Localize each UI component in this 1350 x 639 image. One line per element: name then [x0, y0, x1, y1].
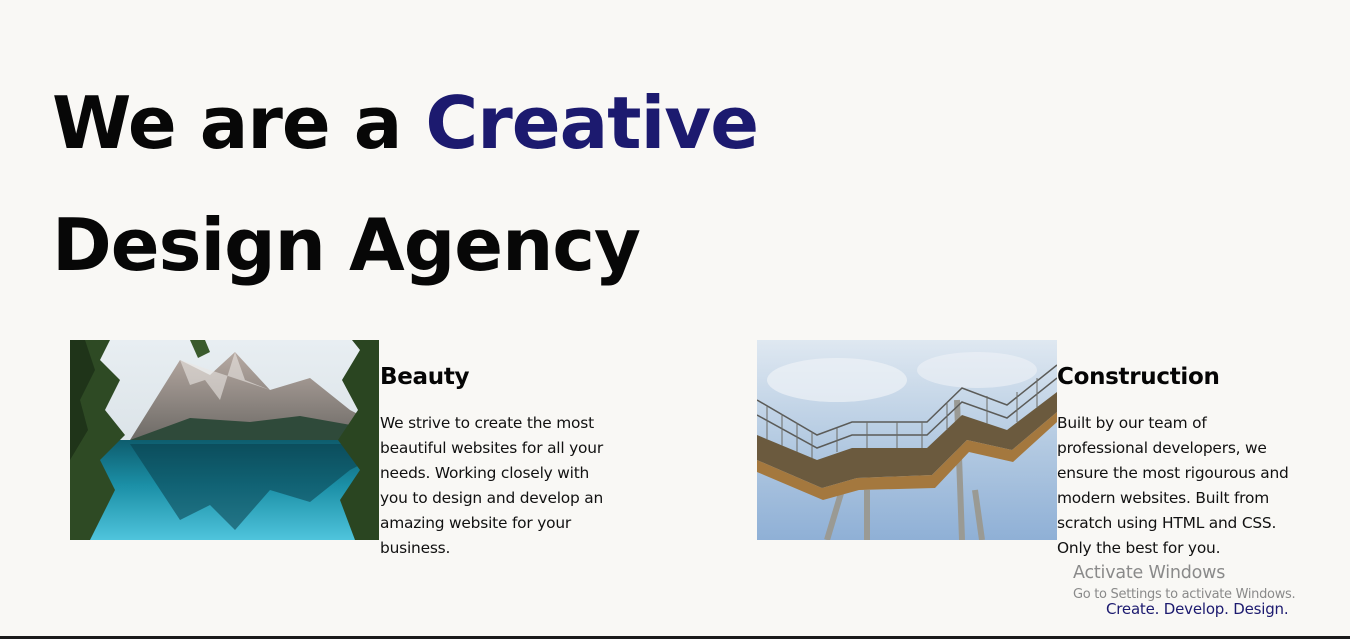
landing-page: We are a Creative Design Agency Beauty W… — [0, 0, 1350, 639]
beauty-card-text: Beauty We strive to create the most beau… — [380, 362, 620, 561]
construction-card-image — [757, 340, 1057, 540]
hero-line-1: We are a Creative — [52, 62, 759, 184]
card-description: We strive to create the most beautiful w… — [380, 414, 604, 557]
hero-line-2: Design Agency — [52, 203, 641, 287]
hero-title-accent: Creative — [425, 81, 759, 165]
construction-card-text: Construction Built by our team of profes… — [1057, 362, 1302, 561]
card-title: Construction — [1057, 364, 1220, 390]
walkway-structure-photo — [757, 340, 1057, 540]
card-description: Built by our team of professional develo… — [1057, 414, 1289, 557]
activate-windows-watermark: Activate Windows Go to Settings to activ… — [1073, 562, 1296, 604]
mountain-lake-photo — [70, 340, 379, 540]
hero-title-prefix: We are a — [52, 81, 426, 165]
card-title: Beauty — [380, 364, 470, 390]
beauty-card-image — [70, 340, 379, 540]
hero-title: We are a Creative Design Agency — [52, 62, 759, 306]
footer-tagline: Create. Develop. Design. — [1106, 600, 1289, 618]
watermark-title: Activate Windows — [1073, 563, 1226, 583]
